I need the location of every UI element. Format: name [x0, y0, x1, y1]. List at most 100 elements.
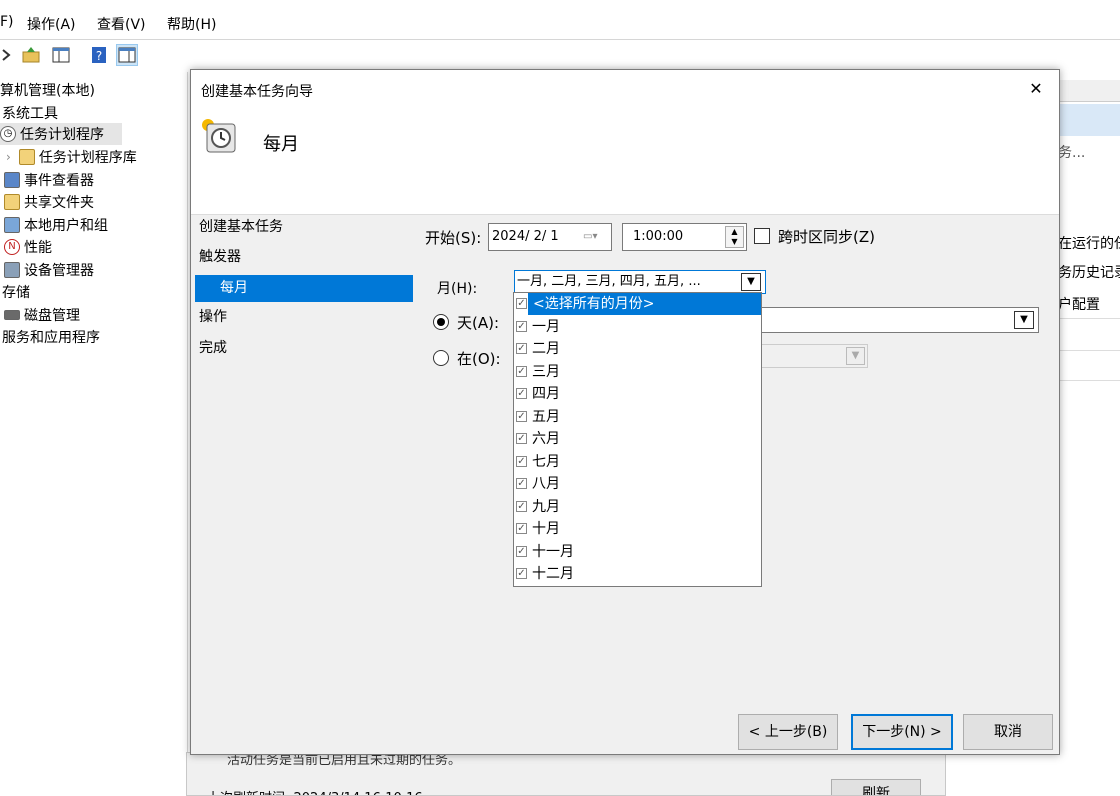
tree-item-label: 任务计划程序: [20, 127, 104, 143]
tree-item-label: 性能: [24, 240, 52, 256]
time-spinner[interactable]: ▲ ▼: [725, 226, 744, 248]
tree-item-shared-folders[interactable]: 共享文件夹: [4, 192, 94, 212]
help-icon[interactable]: ?: [88, 44, 110, 66]
checkbox-icon[interactable]: ✓: [516, 523, 527, 534]
checkbox-icon[interactable]: ✓: [516, 365, 527, 377]
checkbox-icon[interactable]: ✓: [516, 388, 527, 399]
menu-action[interactable]: 操作(A): [27, 14, 76, 34]
console-tree: 算机管理(本地) 系统工具 ◷ 任务计划程序 › 任务计划程序库 事件查看器 共…: [0, 72, 188, 796]
chevron-down-icon[interactable]: ▼: [741, 273, 761, 291]
month-dropdown-list: ✓ <选择所有的月份> ✓ 一月 ✓ 二月 ✓ 三月 ✓ 四月 ✓ 五月 ✓ 六月 ✓ 七月 ✓…: [513, 292, 762, 587]
sync-timezone-checkbox[interactable]: [754, 228, 770, 244]
list-item-label: 六月: [532, 431, 560, 447]
refresh-button[interactable]: 刷新: [831, 779, 921, 795]
action-item[interactable]: 在运行的任: [1058, 233, 1120, 253]
list-item-month[interactable]: ✓ 十月: [514, 518, 761, 541]
next-button[interactable]: 下一步(N) >: [851, 714, 953, 750]
list-item-label: 四月: [532, 386, 560, 402]
cancel-button[interactable]: 取消: [963, 714, 1053, 750]
checkbox-icon[interactable]: ✓: [516, 433, 527, 444]
sync-timezone-label: 跨时区同步(Z): [778, 228, 875, 246]
checkbox-icon[interactable]: ✓: [516, 500, 527, 512]
list-item-month[interactable]: ✓ 三月: [514, 361, 761, 384]
month-dropdown[interactable]: 一月, 二月, 三月, 四月, 五月, ... ▼: [514, 270, 766, 294]
checkbox-icon[interactable]: ✓: [516, 478, 527, 489]
tree-item-event-viewer[interactable]: 事件查看器: [4, 170, 94, 190]
menu-bar: F) 操作(A) 查看(V) 帮助(H): [0, 0, 1120, 40]
start-date-value: 2024/ 2/ 1: [492, 229, 559, 244]
list-item-label: 十二月: [532, 566, 574, 582]
back-button[interactable]: < 上一步(B): [738, 714, 838, 750]
list-item-month[interactable]: ✓ 六月: [514, 428, 761, 451]
summary-panel: 活动任务是当前已启用且未过期的任务。 上次刷新时间: 2024/3/14 16:…: [186, 752, 946, 796]
checkbox-icon[interactable]: ✓: [516, 545, 527, 557]
checkbox-icon[interactable]: ✓: [516, 568, 527, 579]
list-item-month[interactable]: ✓ 一月: [514, 316, 761, 339]
checkbox-icon[interactable]: ✓: [516, 410, 527, 422]
tree-item-storage[interactable]: 存储: [2, 282, 30, 302]
performance-icon: N: [4, 239, 20, 255]
step-monthly: 每月: [195, 275, 413, 302]
list-item-month[interactable]: ✓ 八月: [514, 473, 761, 496]
start-date-picker[interactable]: 2024/ 2/ 1 ▭▾: [488, 223, 612, 251]
action-pane-icon[interactable]: [116, 44, 138, 66]
dialog-title: 创建基本任务向导: [201, 84, 313, 100]
device-manager-icon: [4, 262, 20, 278]
tree-item-task-library[interactable]: › 任务计划程序库: [6, 147, 137, 167]
list-item-month[interactable]: ✓ 十二月: [514, 563, 761, 586]
actions-group-header: [1058, 104, 1120, 136]
tree-item-label: 存储: [2, 285, 30, 301]
up-folder-icon[interactable]: [20, 44, 42, 66]
tree-item-task-scheduler[interactable]: ◷ 任务计划程序: [0, 123, 122, 145]
tree-item-label: 任务计划程序库: [38, 150, 137, 166]
step-trigger: 触发器: [199, 249, 241, 265]
on-radio[interactable]: [433, 350, 449, 366]
tree-item-performance[interactable]: N 性能: [4, 237, 52, 257]
users-icon: [4, 217, 20, 233]
menu-file[interactable]: F): [0, 14, 14, 30]
list-item-select-all[interactable]: ✓ <选择所有的月份>: [514, 293, 761, 316]
tree-item-services-apps[interactable]: 服务和应用程序: [2, 327, 100, 347]
tree-root[interactable]: 算机管理(本地): [0, 80, 95, 100]
chevron-down-icon[interactable]: ▼: [1014, 311, 1034, 329]
step-create-basic-task: 创建基本任务: [199, 219, 283, 235]
list-item-month[interactable]: ✓ 七月: [514, 451, 761, 474]
list-item-month[interactable]: ✓ 五月: [514, 406, 761, 429]
tree-item-device-manager[interactable]: 设备管理器: [4, 260, 94, 280]
tree-item-label: 本地用户和组: [24, 218, 108, 234]
tree-item-label: 设备管理器: [24, 263, 94, 279]
checkbox-icon[interactable]: ✓: [516, 343, 527, 354]
list-item-month[interactable]: ✓ 九月: [514, 496, 761, 519]
chevron-right-icon[interactable]: ›: [6, 150, 11, 164]
wizard-heading: 每月: [263, 134, 299, 155]
shared-folder-icon: [4, 194, 20, 210]
menu-help[interactable]: 帮助(H): [167, 14, 216, 34]
tree-item-local-users[interactable]: 本地用户和组: [4, 215, 108, 235]
list-item-month[interactable]: ✓ 二月: [514, 338, 761, 361]
action-item[interactable]: 务...: [1058, 142, 1085, 162]
list-item-month[interactable]: ✓ 十一月: [514, 541, 761, 564]
checkbox-icon[interactable]: ✓: [516, 455, 527, 467]
start-time-field[interactable]: 1:00:00 ▲ ▼: [622, 223, 747, 251]
close-button[interactable]: ✕: [1021, 76, 1051, 102]
list-item-month[interactable]: ✓ 四月: [514, 383, 761, 406]
on-weekday-dropdown[interactable]: ▼: [761, 344, 868, 368]
tree-item-disk-management[interactable]: 磁盘管理: [4, 305, 80, 325]
tree-item-system-tools[interactable]: 系统工具: [2, 103, 58, 123]
checkbox-icon[interactable]: ✓: [516, 320, 527, 332]
days-radio[interactable]: [433, 314, 449, 330]
action-item[interactable]: 户配置: [1058, 294, 1100, 314]
forward-icon[interactable]: [0, 44, 12, 66]
checkbox-icon[interactable]: ✓: [516, 298, 527, 309]
step-action: 操作: [199, 309, 227, 325]
menu-view[interactable]: 查看(V): [97, 14, 146, 34]
on-label: 在(O):: [457, 350, 501, 368]
console-tree-icon[interactable]: [50, 44, 72, 66]
list-item-label: 二月: [532, 341, 560, 357]
action-item[interactable]: 务历史记录: [1058, 262, 1120, 282]
days-dropdown[interactable]: ▼: [761, 307, 1039, 333]
calendar-dropdown-icon[interactable]: ▭▾: [583, 224, 597, 250]
chevron-down-icon[interactable]: ▼: [846, 347, 865, 365]
start-label: 开始(S):: [425, 229, 482, 247]
actions-header: [1058, 80, 1120, 102]
